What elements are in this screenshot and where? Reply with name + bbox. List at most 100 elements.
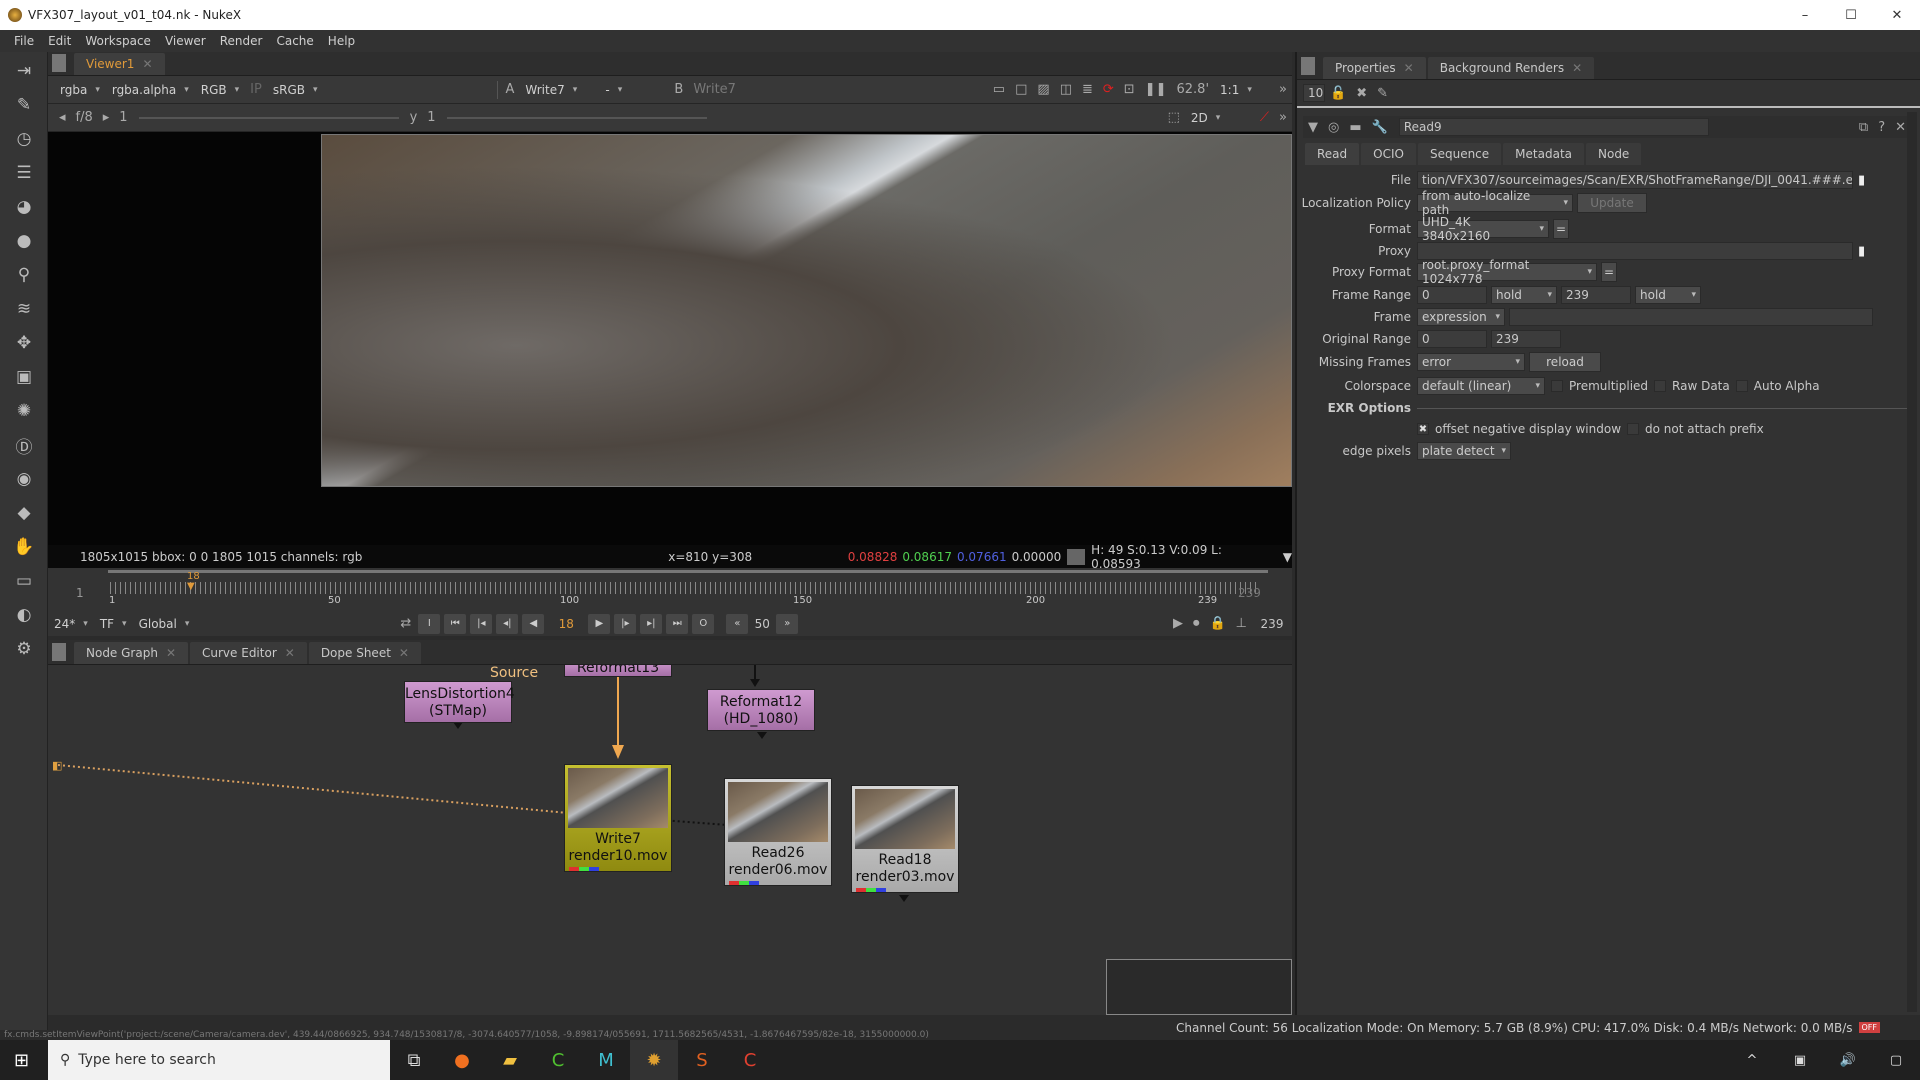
region-select-icon[interactable]: ⬚: [1168, 110, 1180, 125]
original-last-input[interactable]: 239: [1491, 330, 1561, 348]
proxy-format-edit-button[interactable]: =: [1601, 262, 1617, 282]
node-graph-minimap[interactable]: [1106, 959, 1292, 1015]
skip-step-field[interactable]: 50: [750, 617, 774, 631]
dot-node-icon[interactable]: ◧: [52, 759, 62, 772]
timeline[interactable]: 1 18 ▼ 1 50 100 150 200 239 239: [48, 568, 1292, 611]
b-input-dropdown[interactable]: Write7: [693, 82, 736, 97]
close-tab-icon[interactable]: ✕: [1404, 61, 1414, 75]
minimize-button[interactable]: –: [1782, 0, 1828, 30]
color-nodes-icon[interactable]: ◕: [9, 192, 39, 222]
no-prefix-checkbox[interactable]: [1627, 423, 1640, 435]
format-edit-button[interactable]: =: [1553, 219, 1569, 239]
close-tab-icon[interactable]: ✕: [142, 57, 152, 71]
menu-render[interactable]: Render: [220, 34, 263, 48]
gain-field[interactable]: 1: [119, 110, 127, 125]
close-tab-icon[interactable]: ✕: [399, 646, 409, 660]
gain-slider[interactable]: [138, 116, 399, 119]
clear-panels-icon[interactable]: ✖: [1356, 86, 1367, 101]
fstop-next-icon[interactable]: ▸: [103, 110, 110, 125]
proxy-icon[interactable]: ⊡: [1124, 82, 1135, 97]
frame-input[interactable]: [1509, 308, 1873, 326]
missing-frames-dropdown[interactable]: error: [1417, 353, 1525, 371]
first-frame-input[interactable]: 0: [1417, 286, 1487, 304]
timeline-range-bar[interactable]: [108, 570, 1268, 573]
premultiplied-checkbox[interactable]: [1551, 380, 1563, 392]
wipe-icon[interactable]: ◫: [1060, 82, 1072, 97]
node-write7[interactable]: Write7 render10.mov: [564, 764, 672, 872]
set-in-button[interactable]: I: [418, 613, 441, 634]
proxy-format-dropdown[interactable]: root.proxy_format 1024x778: [1417, 258, 1597, 286]
fps-dropdown[interactable]: 24*: [48, 617, 94, 631]
input-process-toggle[interactable]: IP: [250, 82, 262, 97]
playhead-icon[interactable]: ▼: [187, 581, 195, 592]
tab-read[interactable]: Read: [1305, 143, 1360, 165]
set-out-button[interactable]: O: [692, 613, 715, 634]
taskbar-search[interactable]: ⚲ Type here to search: [48, 1040, 390, 1080]
max-panels-field[interactable]: 10: [1303, 84, 1325, 102]
tab-viewer1[interactable]: Viewer1 ✕: [74, 53, 165, 75]
composite-mode-dropdown[interactable]: -: [599, 83, 669, 97]
node-lensdistortion4[interactable]: LensDistortion4 (STMap): [404, 681, 515, 723]
image-nodes-icon[interactable]: ⇥: [9, 56, 39, 86]
before-dropdown[interactable]: hold: [1491, 286, 1557, 304]
frame-mode-dropdown[interactable]: expression: [1417, 308, 1505, 326]
channels-dropdown[interactable]: rgba: [54, 83, 106, 97]
recorder-icon[interactable]: C: [726, 1040, 774, 1080]
sublime-icon[interactable]: S: [678, 1040, 726, 1080]
info-menu-icon[interactable]: ▼: [1283, 550, 1292, 564]
proxy-browse-icon[interactable]: ▮: [1858, 244, 1865, 259]
overlay-icon[interactable]: ≣: [1082, 82, 1093, 97]
file-explorer-icon[interactable]: ▰: [486, 1040, 534, 1080]
original-first-input[interactable]: 0: [1417, 330, 1487, 348]
close-tab-icon[interactable]: ✕: [285, 646, 295, 660]
after-dropdown[interactable]: hold: [1635, 286, 1701, 304]
channel-nodes-icon[interactable]: ☰: [9, 158, 39, 188]
file-browse-icon[interactable]: ▮: [1858, 173, 1865, 188]
current-frame-field[interactable]: 18: [546, 617, 586, 631]
tray-overflow-icon[interactable]: ^: [1728, 1040, 1776, 1080]
prev-keyframe-button[interactable]: |◂: [470, 613, 493, 634]
task-view-icon[interactable]: ⧉: [390, 1040, 438, 1080]
file-input[interactable]: tion/VFX307/sourceimages/Scan/EXR/ShotFr…: [1417, 171, 1853, 189]
maya-icon[interactable]: M: [582, 1040, 630, 1080]
timeline-ticks[interactable]: [110, 582, 1258, 594]
viewer-input-icon[interactable]: ▬: [1349, 120, 1361, 135]
zoom-dropdown[interactable]: 1:1: [1214, 83, 1274, 97]
tab-node-graph[interactable]: Node Graph ✕: [74, 642, 189, 664]
prev-frame-button[interactable]: ◂|: [496, 613, 519, 634]
update-button[interactable]: Update: [1577, 193, 1647, 213]
close-tab-icon[interactable]: ✕: [166, 646, 176, 660]
view-mode-dropdown[interactable]: 2D: [1185, 111, 1255, 125]
end-frame-field[interactable]: 239: [1252, 617, 1292, 631]
wrench-icon[interactable]: 🔧: [1372, 120, 1388, 135]
close-tab-icon[interactable]: ✕: [1572, 61, 1582, 75]
metadata-nodes-icon[interactable]: ◆: [9, 498, 39, 528]
settings-icon[interactable]: ⚙: [9, 634, 39, 664]
range-icon[interactable]: ⊥: [1236, 616, 1247, 631]
colorspace-dropdown[interactable]: default (linear): [1417, 377, 1545, 395]
menu-file[interactable]: File: [14, 34, 34, 48]
firefox-icon[interactable]: ●: [438, 1040, 486, 1080]
viewer-image[interactable]: [321, 134, 1292, 487]
tab-curve-editor[interactable]: Curve Editor ✕: [190, 642, 307, 664]
notifications-icon[interactable]: ▢: [1872, 1040, 1920, 1080]
other-nodes-icon[interactable]: ▭: [9, 566, 39, 596]
gamma-slider[interactable]: [446, 116, 707, 119]
edit-icon[interactable]: ✎: [1377, 86, 1388, 101]
menu-workspace[interactable]: Workspace: [85, 34, 151, 48]
lock-icon[interactable]: 🔓: [1330, 86, 1346, 101]
collapse-icon[interactable]: ▼: [1308, 120, 1318, 135]
edge-pixels-dropdown[interactable]: plate detect: [1417, 442, 1511, 460]
fstop-value[interactable]: f/8: [76, 110, 93, 125]
toolsets-icon[interactable]: ✋: [9, 532, 39, 562]
tab-background-renders[interactable]: Background Renders ✕: [1427, 57, 1595, 79]
offset-display-window-checkbox[interactable]: ✖: [1417, 423, 1429, 435]
windows-start-icon[interactable]: ⊞: [14, 1050, 29, 1071]
panel-menu-handle[interactable]: [52, 643, 66, 661]
panel-menu-handle[interactable]: [1301, 57, 1315, 75]
maximize-button[interactable]: ☐: [1828, 0, 1874, 30]
3d-nodes-icon[interactable]: ▣: [9, 362, 39, 392]
last-frame-button[interactable]: ⏭: [666, 613, 689, 634]
node-color-icon[interactable]: ◎: [1328, 120, 1339, 135]
skip-back-button[interactable]: «: [726, 613, 749, 634]
